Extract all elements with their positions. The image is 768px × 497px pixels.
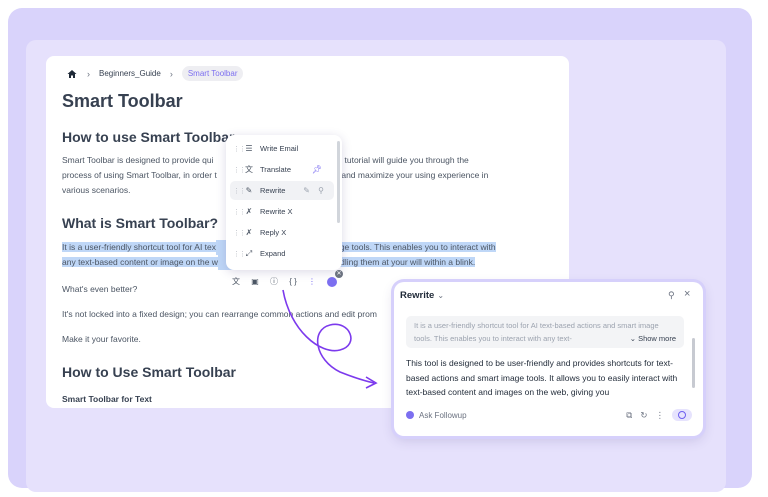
rewrite-result: This tool is designed to be user-friendl… (406, 358, 678, 397)
bookmark-icon[interactable]: ▣ (249, 276, 261, 288)
x-logo-icon: ✗ (245, 228, 253, 237)
more-icon[interactable]: ⋮ (306, 276, 318, 288)
menu-item-translate[interactable]: ⋮⋮ 文 Translate 📌︎ (230, 160, 334, 179)
chevron-down-icon[interactable]: ⌄ (437, 291, 444, 300)
close-toolbar-icon[interactable]: ✕ (335, 270, 343, 278)
chevron-right-icon: › (87, 68, 90, 79)
drag-handle-icon[interactable]: ⋮⋮ (233, 250, 246, 258)
code-icon[interactable]: { } (287, 276, 299, 288)
rewrite-panel: Rewrite ⌄ ⚲ × It is a user-friendly short… (394, 282, 703, 436)
x-logo-icon: ✗ (245, 207, 253, 216)
drag-handle-icon[interactable]: ⋮⋮ (233, 208, 246, 216)
smart-toolbar: 文 ▣ ⓘ { } ⋮ (224, 274, 342, 290)
menu-item-rewrite[interactable]: ⋮⋮ ✎ Rewrite ✎ ⚲ (230, 181, 334, 200)
pin-outline-icon[interactable]: ⚲ (668, 290, 675, 301)
home-icon[interactable] (66, 68, 78, 80)
regenerate-icon[interactable]: ↻ (640, 410, 647, 421)
chevron-right-icon: › (169, 68, 173, 79)
more-icon[interactable]: ⋮ (656, 410, 665, 421)
menu-item-write-email[interactable]: ⋮⋮ ☰ Write Email (230, 139, 334, 158)
help-icon[interactable]: ⓘ (268, 276, 280, 288)
show-more-button[interactable]: ⌄ Show more (625, 332, 676, 345)
pencil-icon: ✎ (245, 186, 253, 195)
lines-icon: ☰ (245, 144, 253, 153)
quoted-selection: It is a user-friendly shortcut tool for … (406, 316, 684, 348)
drag-handle-icon[interactable]: ⋮⋮ (233, 229, 246, 237)
page-title: Smart Toolbar (62, 91, 183, 111)
expand-icon: ⤢ (245, 248, 253, 258)
close-icon[interactable]: × (684, 288, 690, 300)
translate-icon[interactable]: 文 (230, 276, 242, 288)
menu-item-reply-x[interactable]: ⋮⋮ ✗ Reply X (230, 223, 334, 242)
menu-scrollbar[interactable] (337, 141, 340, 223)
menu-item-rewrite-x[interactable]: ⋮⋮ ✗ Rewrite X (230, 202, 334, 221)
heading-how-to-use-2: How to Use Smart Toolbar (62, 364, 236, 380)
breadcrumb: › Beginners_Guide › Smart Toolbar (66, 66, 244, 81)
pin-outline-icon[interactable]: ⚲ (318, 186, 324, 195)
pin-icon[interactable]: 📌︎ (312, 165, 322, 174)
heading-what-is: What is Smart Toolbar? (62, 215, 219, 231)
heading-how-to-use: How to use Smart Toolbar (62, 129, 235, 145)
panel-title[interactable]: Rewrite ⌄ (400, 290, 444, 301)
breadcrumb-item-beginners-guide[interactable]: Beginners_Guide (99, 69, 161, 78)
translate-icon: 文 (245, 165, 253, 174)
bot-icon[interactable] (327, 277, 337, 287)
bot-icon (406, 411, 414, 419)
edit-icon[interactable]: ✎ (303, 186, 310, 195)
panel-scrollbar[interactable] (692, 338, 695, 388)
smart-toolbar-menu: ⋮⋮ ☰ Write Email ⋮⋮ 文 Translate 📌︎ ⋮⋮ ✎ … (226, 135, 342, 270)
menu-item-expand[interactable]: ⋮⋮ ⤢ Expand (230, 244, 334, 263)
drag-handle-icon[interactable]: ⋮⋮ (233, 145, 246, 153)
heading-for-text: Smart Toolbar for Text (62, 394, 152, 404)
panel-footer: Ask Followup ⧉ ↻ ⋮ (406, 408, 692, 422)
model-selector-button[interactable] (672, 409, 692, 421)
drag-handle-icon[interactable]: ⋮⋮ (233, 187, 246, 195)
breadcrumb-item-current[interactable]: Smart Toolbar (181, 66, 244, 81)
drag-handle-icon[interactable]: ⋮⋮ (233, 166, 246, 174)
copy-icon[interactable]: ⧉ (626, 410, 632, 421)
ask-followup-button[interactable]: Ask Followup (419, 411, 467, 420)
